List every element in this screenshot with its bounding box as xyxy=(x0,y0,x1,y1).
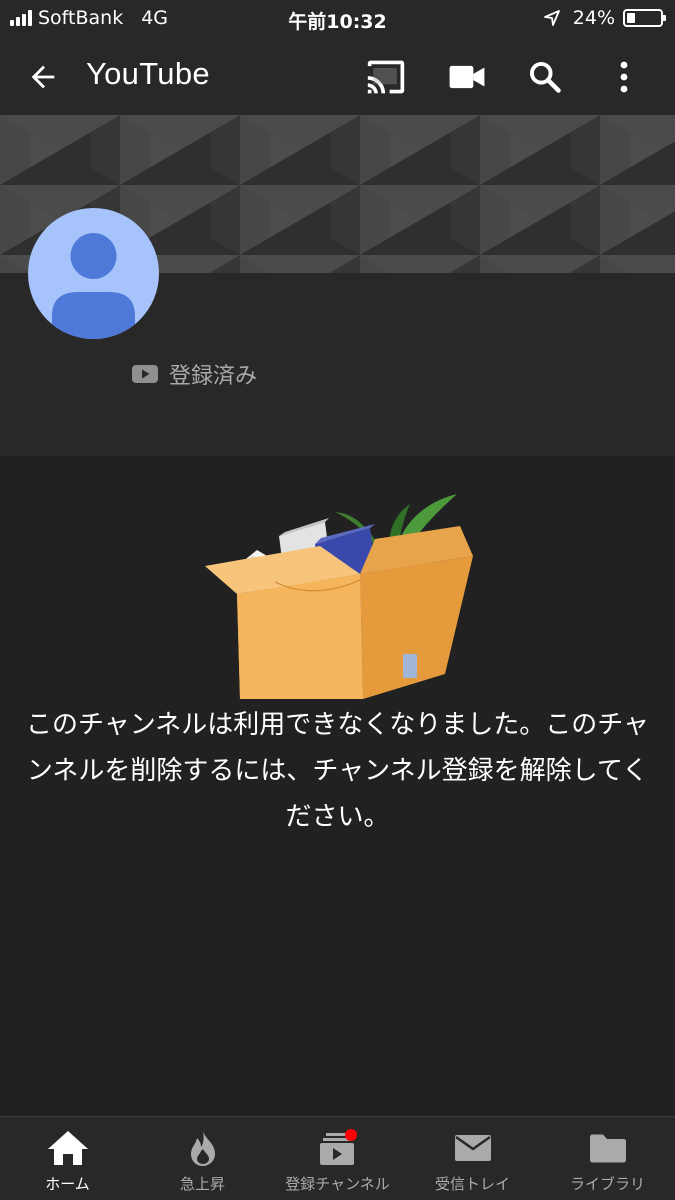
library-folder-icon xyxy=(589,1134,626,1163)
youtube-play-icon xyxy=(132,365,158,383)
cast-icon xyxy=(367,60,405,94)
nav-home-label: ホーム xyxy=(45,1175,90,1193)
search-button[interactable] xyxy=(522,54,568,100)
channel-avatar[interactable] xyxy=(28,208,159,339)
battery-percent: 24% xyxy=(572,7,615,29)
nav-subscriptions[interactable]: 登録チャンネル xyxy=(270,1117,405,1200)
more-options-button[interactable] xyxy=(604,54,644,100)
default-user-avatar-icon xyxy=(52,233,135,339)
cast-button[interactable] xyxy=(362,54,410,100)
location-arrow-icon xyxy=(543,10,560,26)
subscribed-label: 登録済み xyxy=(169,364,258,389)
trending-flame-icon xyxy=(190,1131,215,1166)
app-title: YouTube xyxy=(86,56,210,91)
moving-box-illustration xyxy=(205,494,473,699)
nav-library-label: ライブラリ xyxy=(569,1175,645,1193)
back-arrow-icon xyxy=(31,65,55,89)
nav-trending[interactable]: 急上昇 xyxy=(135,1117,270,1200)
bottom-navigation: ホーム 急上昇 登録チャンネル 受信トレイ ライブラリ xyxy=(0,1116,675,1200)
subscriptions-icon xyxy=(319,1129,357,1165)
subscription-status: 登録済み xyxy=(131,358,257,390)
video-camera-icon xyxy=(449,65,485,89)
nav-subscriptions-label: 登録チャンネル xyxy=(285,1175,390,1193)
battery-level-fill xyxy=(627,13,635,23)
channel-unavailable-message: このチャンネルは利用できなくなりました。このチャンネルを削除するには、チャンネル… xyxy=(26,710,649,832)
status-bar: SoftBank 4G 午前10:32 24% xyxy=(0,0,675,38)
nav-home[interactable]: ホーム xyxy=(0,1117,135,1200)
nav-inbox[interactable]: 受信トレイ xyxy=(405,1117,540,1200)
home-icon xyxy=(47,1131,88,1165)
back-button[interactable] xyxy=(22,56,64,98)
search-icon xyxy=(530,62,561,93)
nav-library[interactable]: ライブラリ xyxy=(540,1117,675,1200)
battery-icon xyxy=(623,9,666,27)
nav-trending-label: 急上昇 xyxy=(179,1175,225,1193)
upload-video-button[interactable] xyxy=(444,56,490,98)
app-bar: YouTube xyxy=(0,38,675,115)
status-right: 24% xyxy=(543,7,666,29)
nav-inbox-label: 受信トレイ xyxy=(434,1175,510,1193)
inbox-mail-icon xyxy=(454,1135,491,1161)
more-vert-icon xyxy=(620,61,628,93)
